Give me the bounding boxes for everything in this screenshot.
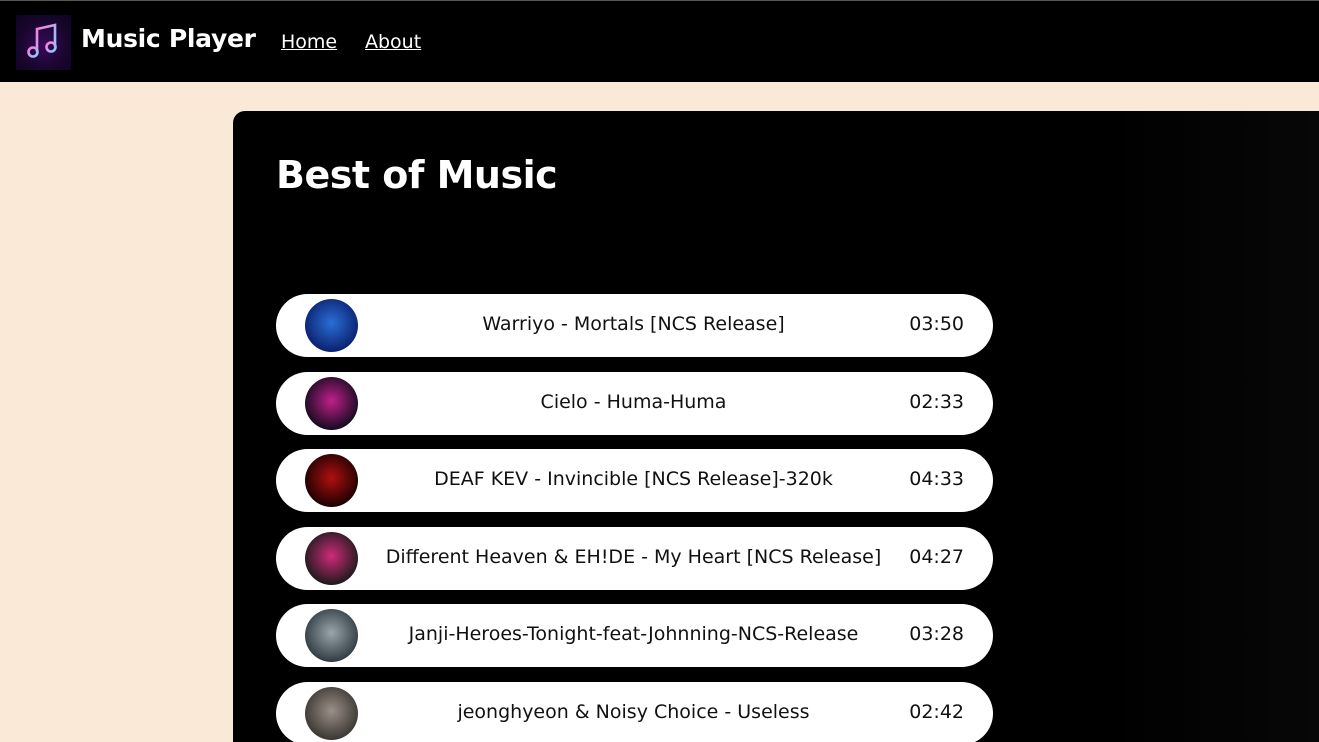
song-item[interactable]: Warriyo - Mortals [NCS Release] 03:50: [276, 294, 993, 357]
album-cover: [305, 454, 358, 507]
nav-about-link[interactable]: About: [365, 31, 421, 53]
page-title: Best of Music: [276, 153, 558, 197]
album-cover: [305, 377, 358, 430]
music-note-icon[interactable]: [16, 15, 71, 70]
song-title: jeonghyeon & Noisy Choice - Useless: [457, 701, 810, 723]
album-cover: [305, 687, 358, 740]
song-title: Different Heaven & EH!DE - My Heart [NCS…: [385, 546, 882, 568]
album-cover: [305, 532, 358, 585]
album-cover: [305, 609, 358, 662]
song-duration: 04:27: [909, 546, 964, 568]
song-title: Warriyo - Mortals [NCS Release]: [482, 313, 785, 335]
album-cover: [305, 299, 358, 352]
song-duration: 03:28: [909, 623, 964, 645]
song-title: Janji-Heroes-Tonight-feat-Johnning-NCS-R…: [408, 623, 859, 645]
song-duration: 04:33: [909, 468, 964, 490]
song-duration: 02:33: [909, 391, 964, 413]
song-item[interactable]: Janji-Heroes-Tonight-feat-Johnning-NCS-R…: [276, 604, 993, 667]
navbar: Music Player Home About: [0, 0, 1319, 82]
song-item[interactable]: DEAF KEV - Invincible [NCS Release]-320k…: [276, 449, 993, 512]
song-list-panel: Best of Music Warriyo - Mortals [NCS Rel…: [233, 111, 1319, 742]
song-item[interactable]: Cielo - Huma-Huma 02:33: [276, 372, 993, 435]
brand-title[interactable]: Music Player: [81, 24, 256, 53]
song-item[interactable]: jeonghyeon & Noisy Choice - Useless 02:4…: [276, 682, 993, 742]
song-item[interactable]: Different Heaven & EH!DE - My Heart [NCS…: [276, 527, 993, 590]
song-title: DEAF KEV - Invincible [NCS Release]-320k: [434, 468, 833, 490]
nav-home-link[interactable]: Home: [281, 31, 337, 53]
song-title: Cielo - Huma-Huma: [540, 391, 727, 413]
song-duration: 03:50: [909, 313, 964, 335]
song-duration: 02:42: [909, 701, 964, 723]
